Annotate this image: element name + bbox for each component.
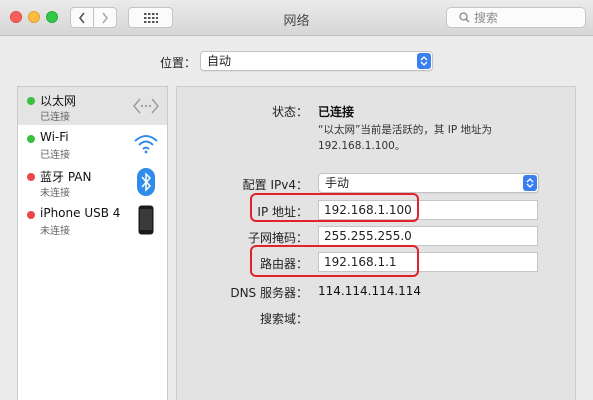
- subnet-mask-label: 子网掩码：: [247, 231, 308, 245]
- service-item-bluetooth-pan[interactable]: 蓝牙 PAN 未连接: [18, 163, 167, 201]
- bluetooth-icon: [132, 168, 160, 196]
- search-placeholder: 搜索: [474, 11, 499, 25]
- service-item-ethernet[interactable]: 以太网 已连接: [18, 87, 167, 125]
- location-label: 位置：: [160, 56, 197, 70]
- updown-arrows-icon: [523, 175, 537, 191]
- title-bar: 网络 搜索: [0, 0, 593, 36]
- service-status: 未连接: [40, 188, 70, 199]
- status-dot: [27, 173, 35, 181]
- status-value: 已连接: [318, 105, 355, 119]
- status-description-line: 192.168.1.100。: [318, 140, 406, 152]
- service-status: 已连接: [40, 150, 70, 161]
- status-dot: [27, 211, 35, 219]
- service-item-wifi[interactable]: Wi-Fi 已连接: [18, 125, 167, 163]
- status-description: “以太网”当前是活跃的，其 IP 地址为 192.168.1.100。: [318, 122, 568, 154]
- service-name: 以太网: [40, 94, 77, 108]
- configure-ipv4-value: 手动: [325, 176, 350, 190]
- dns-server-label: DNS 服务器：: [230, 286, 308, 300]
- status-description-line: “以太网”当前是活跃的，其 IP 地址为: [318, 124, 492, 136]
- location-value: 自动: [207, 54, 232, 68]
- subnet-mask-field[interactable]: 255.255.255.0: [318, 226, 538, 246]
- configure-ipv4-label: 配置 IPv4：: [242, 178, 308, 192]
- ip-address-highlight: [250, 193, 419, 222]
- service-status: 已连接: [40, 112, 70, 123]
- service-name: iPhone USB 4: [40, 206, 121, 220]
- service-name: Wi-Fi: [40, 130, 69, 144]
- configure-ipv4-select[interactable]: 手动: [318, 173, 539, 193]
- dns-server-value: 114.114.114.114: [318, 284, 422, 298]
- status-dot: [27, 135, 35, 143]
- ethernet-icon: [132, 92, 160, 120]
- search-field[interactable]: 搜索: [446, 7, 586, 28]
- search-domains-label: 搜索域：: [259, 312, 308, 326]
- service-list: 以太网 已连接 Wi-Fi 已连接 蓝牙 PAN 未连接 iPhone USB …: [17, 86, 168, 400]
- iphone-icon: [132, 205, 160, 235]
- status-dot: [27, 97, 35, 105]
- status-label: 状态：: [271, 105, 308, 119]
- router-highlight: [250, 245, 419, 277]
- service-status: 未连接: [40, 226, 70, 237]
- wifi-icon: [132, 130, 160, 158]
- service-item-iphone-usb[interactable]: iPhone USB 4 未连接: [18, 201, 167, 239]
- service-name: 蓝牙 PAN: [40, 170, 92, 184]
- updown-arrows-icon: [417, 53, 431, 69]
- search-icon: [459, 12, 470, 23]
- location-select[interactable]: 自动: [200, 51, 433, 71]
